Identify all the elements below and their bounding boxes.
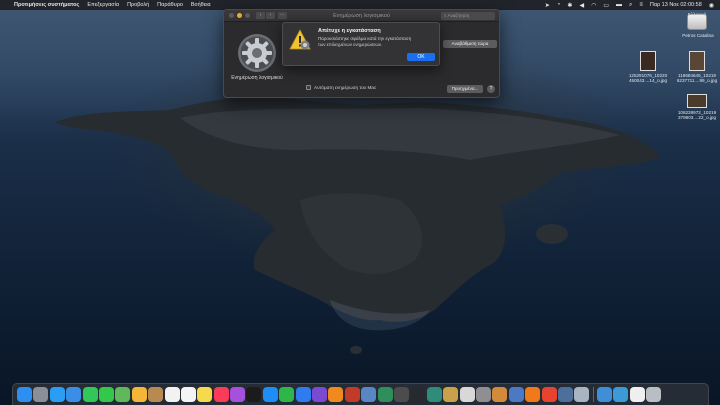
migration-assistant-icon[interactable] — [508, 387, 524, 402]
app-store-icon[interactable] — [262, 387, 278, 402]
tools-icon[interactable] — [443, 387, 459, 402]
time-machine-icon[interactable] — [426, 387, 442, 402]
menu-edit[interactable]: Επεξεργασία — [87, 2, 119, 8]
software-update-gear-icon — [237, 33, 277, 73]
ok-button[interactable]: OK — [407, 53, 435, 61]
numbers-icon[interactable] — [279, 387, 295, 402]
search-field[interactable]: ⌕ Αναζήτηση — [441, 12, 495, 20]
sketchup-icon[interactable] — [377, 387, 393, 402]
keynote-icon[interactable] — [295, 387, 311, 402]
control-center-icon[interactable]: ≡ — [639, 2, 643, 8]
airdrop-icon[interactable] — [557, 387, 573, 402]
search-placeholder: Αναζήτηση — [447, 13, 470, 18]
safari-icon[interactable] — [49, 387, 65, 402]
photo-booth-icon[interactable] — [344, 387, 360, 402]
desktop-file-3[interactable]: 106239972_10219 379803....22_o.jpg — [675, 94, 719, 120]
location-icon[interactable]: ➤ — [545, 2, 550, 9]
advanced-button[interactable]: Προηγμένα... — [447, 85, 483, 93]
alert-message: Παρουσιάστηκε σφάλμα κατά την εγκατάστασ… — [318, 36, 412, 47]
window-titlebar[interactable]: ‹ › ⋯ Ενημέρωση λογισμικού ⌕ Αναζήτηση — [224, 10, 499, 22]
auto-update-checkbox[interactable] — [306, 85, 311, 90]
pref-pane-label: Ενημέρωση λογισμικού — [231, 75, 283, 81]
notes-icon[interactable] — [197, 387, 213, 402]
contacts-icon[interactable] — [148, 387, 164, 402]
install-failed-alert: Απέτυχε η εγκατάσταση Παρουσιάστηκε σφάλ… — [282, 22, 440, 66]
desktop-file-2[interactable]: 118684646_10219 6237711....99_o.jpg — [675, 51, 719, 83]
battery-icon[interactable]: ▬ — [616, 2, 622, 8]
display-icon[interactable]: ▭ — [603, 2, 609, 9]
auto-update-row[interactable]: Αυτόματη ενημέρωση του Mac — [306, 85, 376, 90]
disk-utility-icon[interactable] — [393, 387, 409, 402]
facetime-icon[interactable] — [82, 387, 98, 402]
dock — [12, 383, 709, 405]
speedtest-icon[interactable] — [410, 387, 426, 402]
maps-icon[interactable] — [115, 387, 131, 402]
podcasts-icon[interactable] — [230, 387, 246, 402]
apple-tv-icon[interactable] — [246, 387, 262, 402]
image-thumbnail-icon — [640, 51, 656, 71]
messages-icon[interactable] — [98, 387, 114, 402]
file-label: 125291076_10220 450043....14_o.jpg — [628, 73, 668, 83]
menu-help[interactable]: Βοήθεια — [191, 2, 211, 8]
wifi-icon[interactable]: ◠ — [591, 2, 596, 9]
imovie-icon[interactable] — [312, 387, 328, 402]
drive-name-label: Petros Catalina — [682, 33, 714, 38]
archive-utility-icon[interactable] — [492, 387, 508, 402]
menu-window[interactable]: Παράθυρο — [157, 2, 183, 8]
menu-view[interactable]: Προβολή — [127, 2, 149, 8]
alert-title: Απέτυχε η εγκατάσταση — [318, 28, 381, 34]
image-thumbnail-icon — [689, 51, 705, 71]
launchpad-icon[interactable] — [33, 387, 49, 402]
trash-icon[interactable] — [646, 387, 662, 402]
menu-app-name[interactable]: Προτιμήσεις συστήματος — [14, 2, 79, 8]
auto-update-label: Αυτόματη ενημέρωση του Mac — [314, 85, 377, 90]
dock-separator — [592, 387, 594, 402]
finder-icon[interactable] — [17, 387, 32, 402]
desktop-drive-name[interactable]: Petros Catalina — [676, 33, 720, 38]
bluetooth-icon[interactable]: ✱ — [567, 2, 572, 9]
script-editor-icon[interactable] — [459, 387, 475, 402]
folder-icon[interactable] — [613, 387, 629, 402]
music-icon[interactable] — [213, 387, 229, 402]
calendar-icon[interactable] — [164, 387, 180, 402]
desktop-file-1[interactable]: 125291076_10220 450043....14_o.jpg — [626, 51, 670, 83]
siri-icon[interactable]: ◉ — [709, 2, 714, 9]
vlc-icon[interactable] — [328, 387, 344, 402]
volume-icon[interactable]: ◀ — [579, 2, 584, 9]
file-label: 118684646_10219 6237711....99_o.jpg — [676, 73, 718, 83]
file-label: 106239972_10219 379803....22_o.jpg — [677, 110, 717, 120]
mail-icon[interactable] — [66, 387, 82, 402]
warning-icon — [289, 29, 311, 51]
help-button[interactable]: ? — [487, 85, 495, 93]
upgrade-now-button[interactable]: Αναβάθμιση τώρα — [443, 40, 497, 48]
document-icon[interactable] — [629, 387, 645, 402]
photos-icon[interactable] — [131, 387, 147, 402]
reminders-icon[interactable] — [180, 387, 196, 402]
preview-icon[interactable] — [361, 387, 377, 402]
chrome-icon[interactable] — [541, 387, 557, 402]
image-thumbnail-icon — [687, 94, 707, 108]
menu-clock[interactable]: Παρ 13 Νοε 02:00:58 — [650, 2, 702, 8]
search-icon[interactable]: ⌕ — [629, 2, 632, 9]
scanner-icon[interactable] — [574, 387, 590, 402]
finder-window-icon[interactable] — [597, 387, 613, 402]
firefox-icon[interactable] — [525, 387, 541, 402]
drive-label: Ελληνικά — [687, 12, 707, 17]
system-preferences-icon[interactable] — [475, 387, 491, 402]
time-machine-status-icon[interactable]: ◔ — [557, 2, 561, 8]
desktop-drive[interactable]: Ελληνικά — [682, 12, 712, 32]
